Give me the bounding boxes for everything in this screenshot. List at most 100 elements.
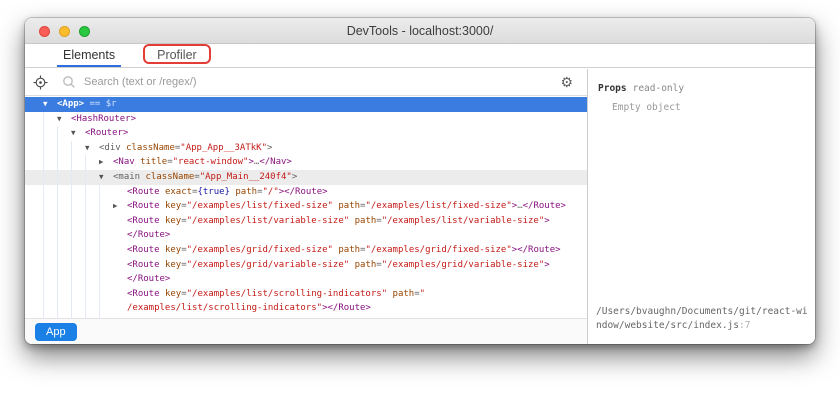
tree-row[interactable]: <Route key="/examples/list/scrolling-ind…: [25, 286, 587, 302]
tree-row[interactable]: <Route key="/examples/grid/fixed-size" p…: [25, 242, 587, 258]
breadcrumb-app[interactable]: App: [35, 322, 77, 341]
source-path[interactable]: /Users/bvaughn/Documents/git/react-windo…: [596, 305, 813, 332]
indent-guide: [99, 301, 113, 316]
indent-guide: [85, 213, 99, 229]
props-header: Props read-only: [588, 69, 815, 94]
indent-guide: [57, 257, 71, 273]
indent-guide: [43, 228, 57, 243]
indent-guide: [57, 199, 71, 214]
close-button[interactable]: [39, 25, 50, 37]
expand-arrow-icon[interactable]: ▶: [113, 199, 127, 214]
indent-guide: [71, 301, 85, 316]
props-empty-text: Empty object: [612, 102, 681, 113]
minimize-button[interactable]: [59, 25, 70, 37]
component-tree: ▼ <App> == $r ▼ <HashRouter> ▼ <Router> ▼ <div …: [25, 96, 587, 318]
indent-guide: [71, 155, 85, 170]
window-titlebar[interactable]: DevTools - localhost:3000/: [25, 18, 815, 44]
indent-guide: [57, 140, 71, 156]
indent-guide: [57, 301, 71, 316]
window-title: DevTools - localhost:3000/: [346, 24, 494, 38]
indent-guide: [43, 199, 57, 214]
indent-guide: [71, 184, 85, 200]
inspect-element-icon[interactable]: [33, 74, 48, 90]
indent-guide: [71, 257, 85, 273]
indent-guide: [57, 213, 71, 229]
elements-panel: ⚙ ▼<App> == $r▼<HashRouter>▼<Router>▼<di…: [25, 69, 587, 344]
zoom-button[interactable]: [79, 25, 90, 37]
expand-arrow-icon[interactable]: ▼: [85, 141, 99, 156]
indent-guide: [99, 228, 113, 243]
indent-guide: [57, 184, 71, 200]
tree-row-label: <main className="App_Main__240f4">: [113, 171, 298, 182]
tree-row[interactable]: ▼ <div className="App_App__3ATkK">: [25, 140, 587, 156]
tab-profiler-label: Profiler: [157, 48, 197, 62]
indent-guide: [43, 286, 57, 302]
expand-arrow-icon[interactable]: ▼: [43, 97, 57, 112]
expand-arrow-icon[interactable]: ▼: [57, 112, 71, 127]
tree-row[interactable]: ▼ <main className="App_Main__240f4">: [25, 169, 587, 185]
tree-row-label: </Route>: [127, 274, 171, 285]
indent-guide: [71, 140, 85, 156]
indent-guide: [85, 184, 99, 200]
indent-guide: [43, 111, 57, 127]
indent-guide: [85, 272, 99, 287]
indent-guide: [99, 213, 113, 229]
tree-row-label: <Route key="/examples/grid/variable-size…: [127, 259, 550, 270]
tree-row-label: <HashRouter>: [71, 113, 137, 124]
indent-guide: [57, 228, 71, 243]
tree-row[interactable]: ▼ <Router>: [25, 126, 587, 141]
search-input[interactable]: [84, 76, 587, 88]
indent-guide: [85, 199, 99, 214]
tree-row-label: <Route key="/examples/list/variable-size…: [127, 215, 550, 226]
tab-elements[interactable]: Elements: [57, 44, 122, 67]
indent-guide: [71, 242, 85, 258]
indent-guide: [85, 257, 99, 273]
tree-row[interactable]: ▶ <Route key="/examples/list/fixed-size" …: [25, 199, 587, 214]
indent-guide: [57, 126, 71, 141]
tree-row[interactable]: ▶ <Nav title="react-window">…</Nav>: [25, 155, 587, 170]
arrow-spacer: [113, 228, 127, 243]
indent-guide: [57, 155, 71, 170]
indent-guide: [57, 242, 71, 258]
tree-row-label: <div className="App_App__3ATkK">: [99, 142, 273, 153]
tree-row[interactable]: <Route key="/examples/list/variable-size…: [25, 213, 587, 229]
search-bar: ⚙: [25, 69, 587, 96]
tree-row[interactable]: /examples/list/scrolling-indicators"></R…: [25, 301, 587, 316]
arrow-spacer: [113, 287, 127, 302]
tree-row-label: <Nav title="react-window">…</Nav>: [113, 157, 292, 168]
tree-row-label: <Route key="/examples/list/fixed-size" p…: [127, 201, 566, 212]
settings-gear-icon[interactable]: ⚙: [560, 73, 573, 91]
source-line-number: :7: [739, 319, 751, 331]
expand-arrow-icon[interactable]: ▼: [71, 126, 85, 141]
indent-guide: [99, 286, 113, 302]
indent-guide: [85, 301, 99, 316]
tree-row[interactable]: <Route key="/examples/grid/variable-size…: [25, 257, 587, 273]
indent-guide: [43, 126, 57, 141]
expand-arrow-icon[interactable]: ▶: [99, 155, 113, 170]
arrow-spacer: [113, 185, 127, 200]
indent-guide: [43, 184, 57, 200]
indent-guide: [43, 272, 57, 287]
indent-guide: [71, 213, 85, 229]
tab-profiler[interactable]: Profiler: [143, 44, 211, 67]
tree-row[interactable]: <Route exact={true} path="/"></Route>: [25, 184, 587, 200]
indent-guide: [99, 199, 113, 214]
indent-guide: [43, 257, 57, 273]
indent-guide: [99, 242, 113, 258]
tree-row[interactable]: </Route>: [25, 228, 587, 243]
indent-guide: [99, 257, 113, 273]
devtools-window: DevTools - localhost:3000/ Elements Prof…: [25, 18, 815, 344]
props-title: Props: [598, 83, 627, 94]
tree-row[interactable]: </Route>: [25, 272, 587, 287]
indent-guide: [99, 272, 113, 287]
indent-guide: [85, 155, 99, 170]
indent-guide: [57, 272, 71, 287]
indent-guide: [71, 286, 85, 302]
tree-row[interactable]: ▼ <App> == $r: [25, 97, 587, 112]
tree-row[interactable]: ▼ <HashRouter>: [25, 111, 587, 127]
tree-row-label: /examples/list/scrolling-indicators"></R…: [127, 303, 371, 314]
expand-arrow-icon[interactable]: ▼: [99, 170, 113, 185]
arrow-spacer: [113, 243, 127, 258]
indent-guide: [43, 169, 57, 185]
tree-row-label: <Route key="/examples/grid/fixed-size" p…: [127, 244, 561, 255]
